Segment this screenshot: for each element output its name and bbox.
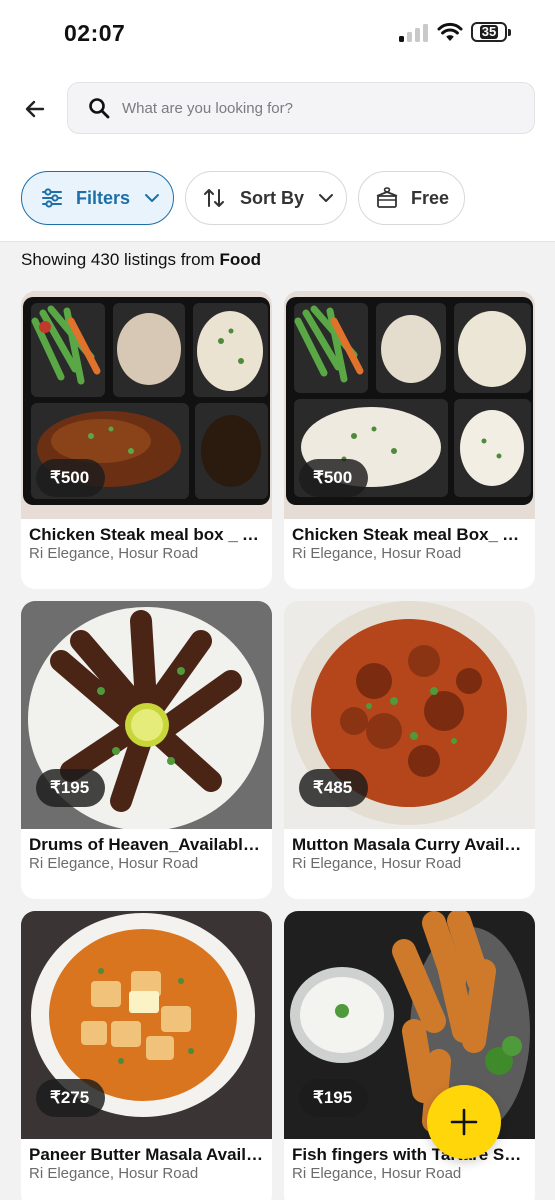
listing-title: Mutton Masala Curry Available on Saturda… [292,835,530,854]
price-badge: ₹500 [299,459,369,497]
sort-by-label: Sort By [240,187,305,208]
listing-card[interactable]: ₹500 Chicken Steak meal Box_ Available o… [284,291,535,589]
listing-location: Ri Elegance, Hosur Road [292,855,462,872]
listing-category: Food [219,250,261,269]
listing-location: Ri Elegance, Hosur Road [292,545,462,562]
listing-location: Ri Elegance, Hosur Road [29,855,199,872]
search-bar[interactable] [67,82,535,134]
listing-location: Ri Elegance, Hosur Road [29,545,199,562]
listing-title: Fish fingers with Tartare Sauce [292,1145,530,1164]
listing-title: Chicken Steak meal Box_ Available on Sat… [292,525,530,544]
battery-level: 35 [479,24,499,39]
free-label: Free [411,187,450,208]
listing-location: Ri Elegance, Hosur Road [292,1165,462,1182]
chevron-down-icon [314,186,338,210]
back-button[interactable] [18,92,52,126]
listing-card[interactable]: ₹195 Fish fingers with Tartare Sauce Ri … [284,911,535,1200]
listing-card[interactable]: ₹485 Mutton Masala Curry Available on Sa… [284,601,535,899]
chevron-down-icon [140,186,164,210]
filter-bar: Filters Sort By Free [0,156,555,242]
plus-icon [450,1108,478,1136]
price-badge: ₹195 [36,769,106,807]
listing-title: Paneer Butter Masala Available on Saturd… [29,1145,267,1164]
arrow-left-icon [25,100,45,118]
sort-by-chip[interactable]: Sort By [185,171,347,225]
add-listing-button[interactable] [427,1085,501,1159]
free-chip[interactable]: Free [358,171,465,225]
listing-card[interactable]: ₹195 Drums of Heaven_Available on Saturd… [21,601,272,899]
listing-location: Ri Elegance, Hosur Road [29,1165,199,1182]
price-badge: ₹195 [299,1079,369,1117]
status-bar: 02:07 35 [0,0,555,64]
gift-box-icon [375,186,399,210]
search-input[interactable] [122,99,502,117]
listing-count: Showing 430 listings from Food [21,250,261,270]
listing-card[interactable]: ₹275 Paneer Butter Masala Available on S… [21,911,272,1200]
header [0,64,555,156]
battery-icon: 35 [471,22,511,42]
price-badge: ₹275 [36,1079,106,1117]
wifi-icon [437,22,463,42]
listing-title: Chicken Steak meal box _ Available on Sa… [29,525,267,544]
listing-title: Drums of Heaven_Available on Saturday [29,835,267,854]
price-badge: ₹485 [299,769,369,807]
sliders-icon [40,186,64,210]
price-badge: ₹500 [36,459,106,497]
filters-chip[interactable]: Filters [21,171,174,225]
filters-label: Filters [76,187,131,208]
sort-arrows-icon [202,186,226,210]
listing-count-prefix: Showing 430 listings from [21,250,215,269]
status-time: 02:07 [64,20,126,46]
listing-card[interactable]: ₹500 Chicken Steak meal box _ Available … [21,291,272,589]
search-icon [86,95,112,121]
cellular-signal-icon [399,24,429,42]
